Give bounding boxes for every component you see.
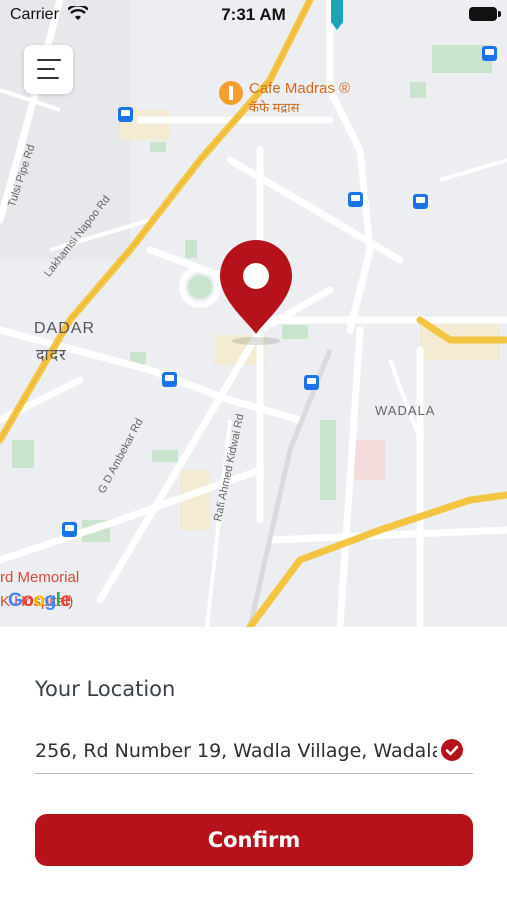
- status-time: 7:31 AM: [221, 5, 286, 24]
- battery-icon: [469, 7, 501, 21]
- menu-button[interactable]: [24, 45, 73, 94]
- google-logo: Google: [8, 590, 71, 611]
- location-panel: Your Location Confirm: [0, 627, 507, 900]
- confirm-button[interactable]: Confirm: [35, 814, 473, 866]
- map-view[interactable]: Carrier 7:31 AM Cafe Madras ® कॅफे मद्रा…: [0, 0, 507, 627]
- area-label-dadar: DADAR: [34, 320, 96, 337]
- area-label-dadar-native: दादर: [36, 347, 67, 364]
- menu-icon-line-2: [37, 68, 55, 70]
- status-bar: Carrier 7:31 AM: [0, 0, 507, 30]
- menu-icon-line-3: [37, 77, 59, 79]
- poi-memorial[interactable]: rd Memorial: [0, 569, 79, 586]
- area-label-wadala: WADALA: [375, 403, 436, 418]
- poi-cafe-madras-native: कॅफे मद्रास: [249, 100, 300, 115]
- menu-icon: [37, 59, 61, 61]
- address-input[interactable]: [35, 731, 437, 771]
- address-field[interactable]: [35, 731, 473, 774]
- location-title: Your Location: [35, 677, 176, 701]
- check-circle-icon: [441, 739, 463, 761]
- location-pin-icon[interactable]: [218, 238, 294, 348]
- poi-cafe-madras[interactable]: Cafe Madras ®: [249, 80, 350, 97]
